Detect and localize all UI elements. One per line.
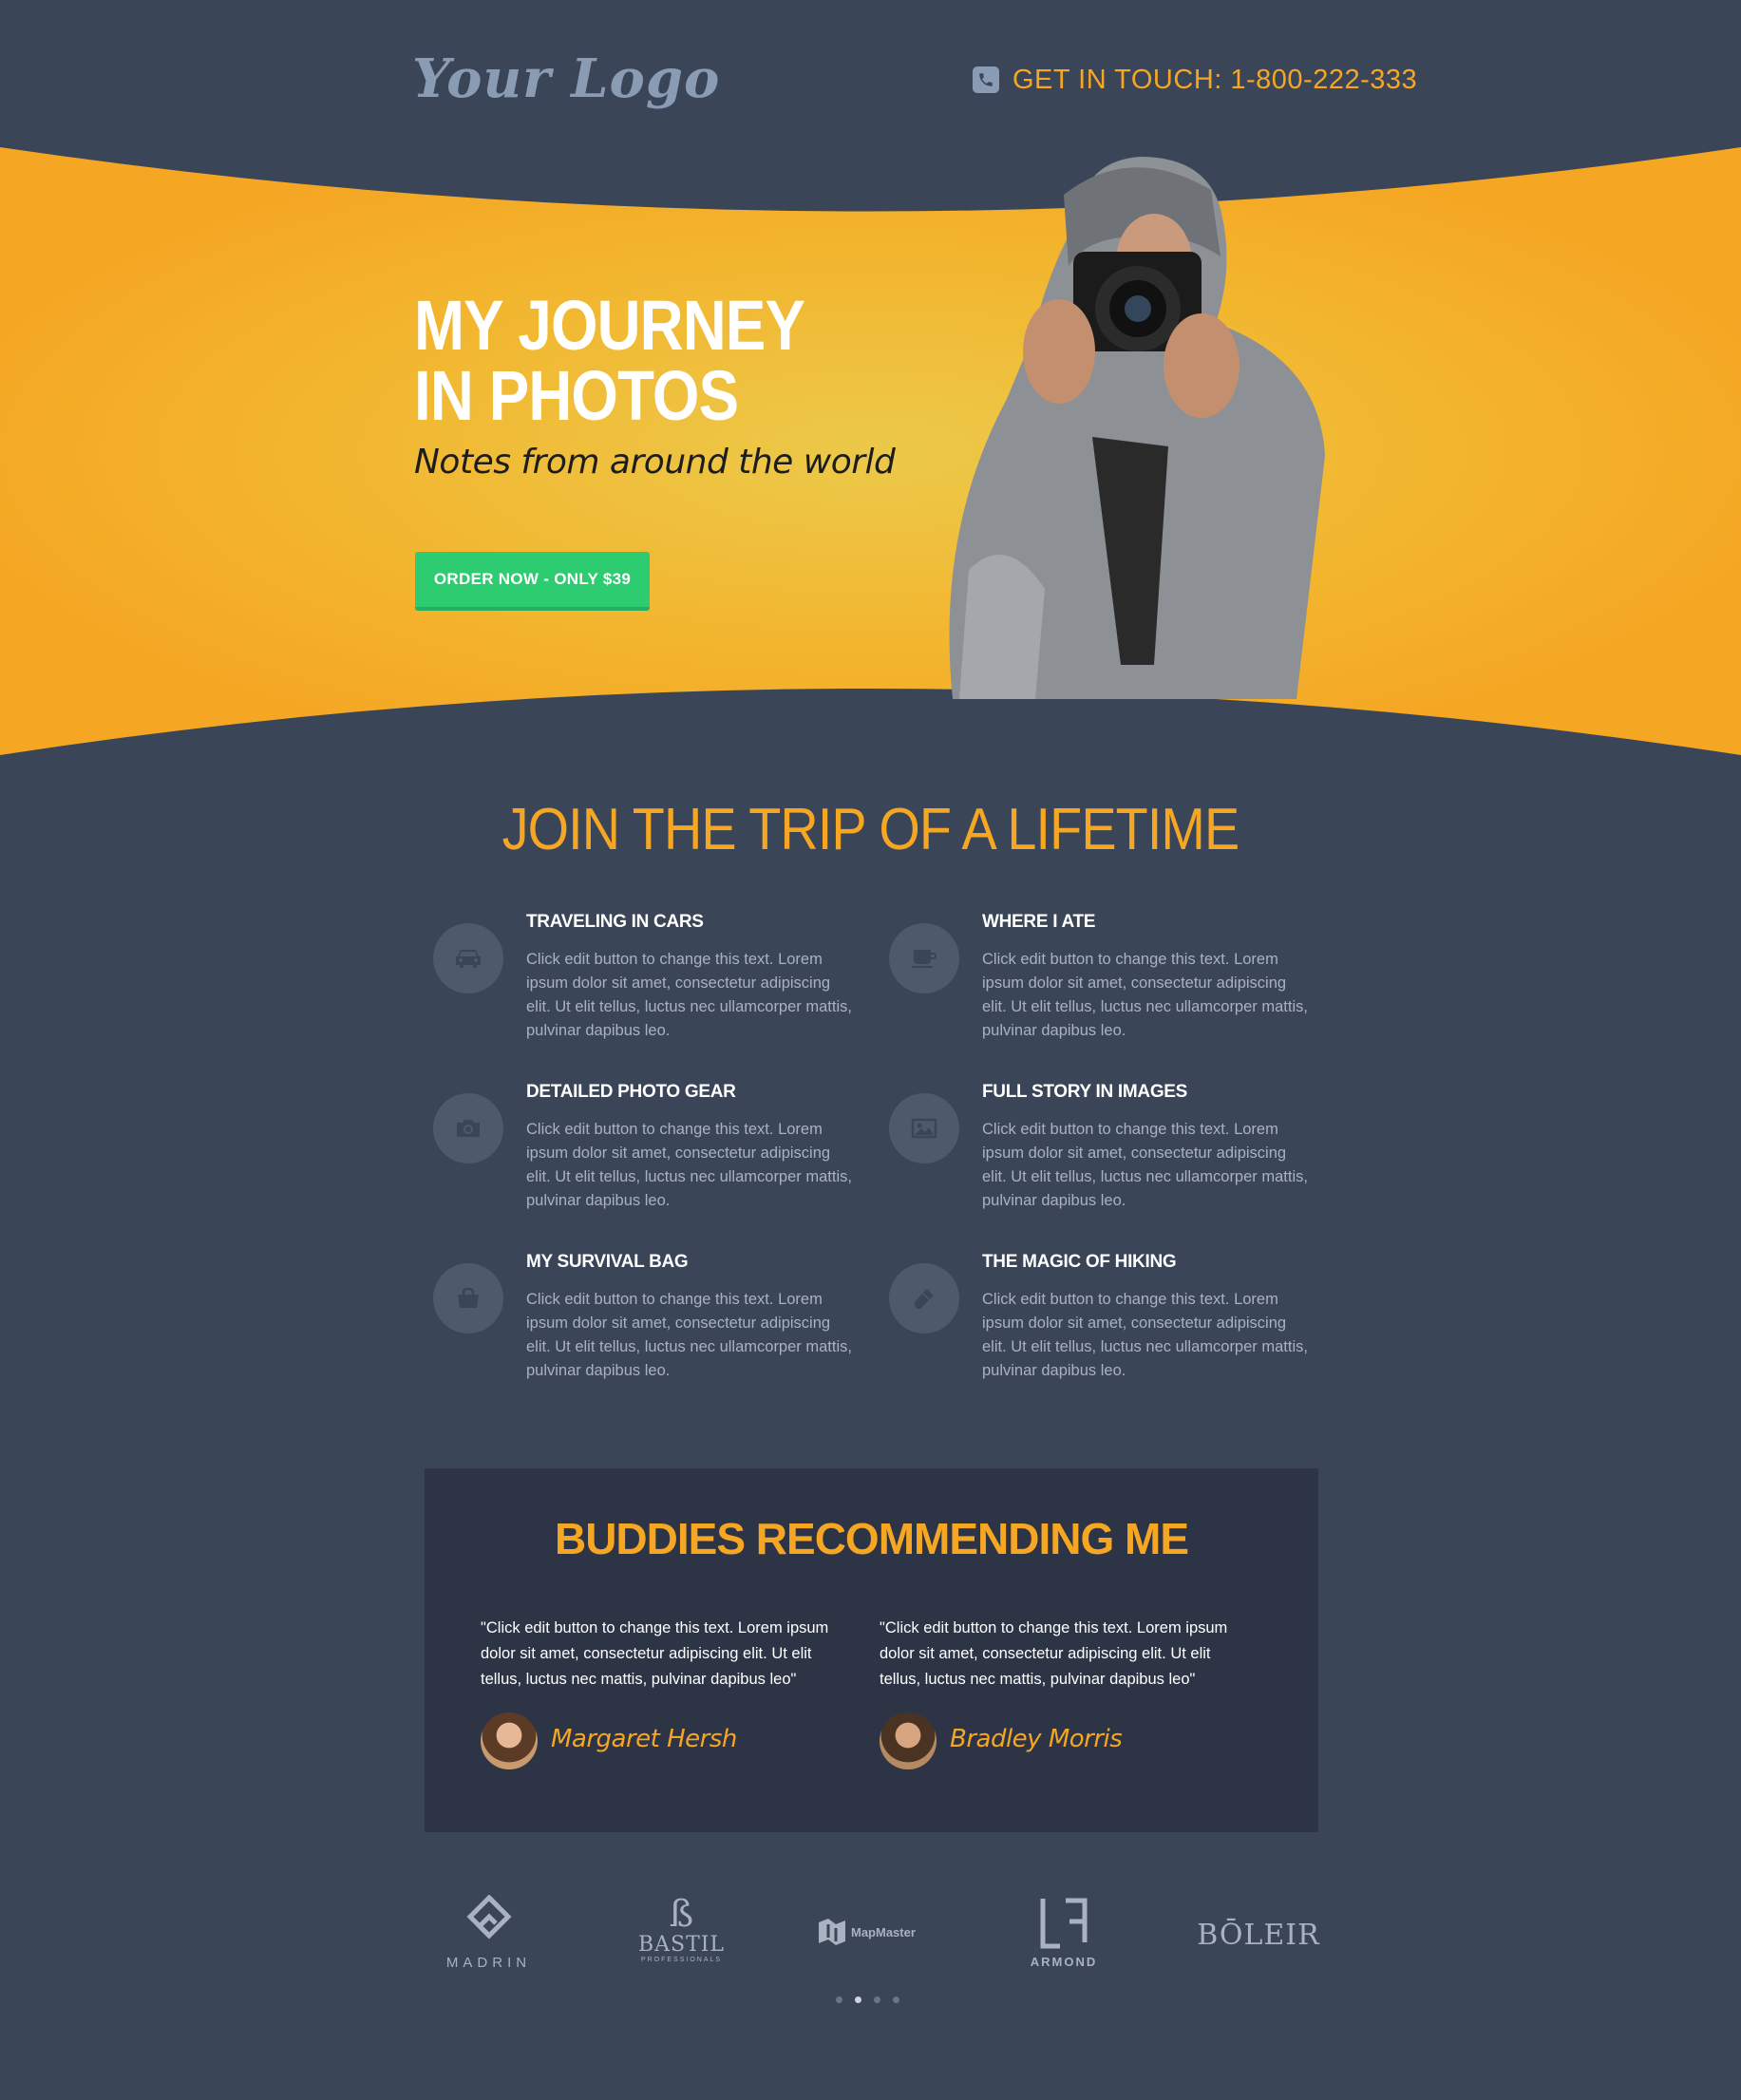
feature-my-survival-bag: MY SURVIVAL BAG Click edit button to cha… [433, 1252, 852, 1394]
feature-title: WHERE I ATE [982, 912, 1096, 932]
features-title: JOIN THE TRIP OF A LIFETIME [501, 797, 1240, 862]
shopping-bag-icon [433, 1263, 503, 1334]
feature-detailed-photo-gear: DETAILED PHOTO GEAR Click edit button to… [433, 1082, 852, 1224]
carousel-dot[interactable] [836, 1996, 842, 2003]
feature-description: Click edit button to change this text. L… [982, 951, 1308, 1039]
feature-title: TRAVELING IN CARS [526, 912, 704, 932]
carousel-dot[interactable] [874, 1996, 880, 2003]
feature-traveling-in-cars: TRAVELING IN CARS Click edit button to c… [433, 912, 852, 1054]
brand-tagline: PROFESSIONALS [640, 1957, 723, 1963]
mapmaster-mark [819, 1919, 845, 1945]
brand-name: BASTIL [637, 1933, 726, 1957]
hero-banner [0, 147, 1741, 755]
hero-title: MY JOURNEY IN PHOTOS [414, 286, 804, 435]
brand-logo-madrin: MADRIN [429, 1894, 548, 1971]
feature-description: Click edit button to change this text. L… [982, 1291, 1308, 1379]
hero-subtitle: Notes from around the world [414, 443, 896, 482]
feature-full-story-in-images: FULL STORY IN IMAGES Click edit button t… [889, 1082, 1308, 1224]
carousel-dot[interactable] [893, 1996, 899, 2003]
testimonials-title: BUDDIES RECOMMENDING ME [554, 1514, 1189, 1563]
feature-description: Click edit button to change this text. L… [982, 1121, 1308, 1209]
carousel-dot-active[interactable] [855, 1996, 861, 2003]
coffee-cup-icon [889, 923, 959, 993]
brand-name: ARMOND [1030, 1955, 1098, 1969]
feature-description: Click edit button to change this text. L… [526, 1121, 852, 1209]
image-icon [889, 1093, 959, 1164]
madrin-mark [465, 1894, 512, 1939]
camera-icon [433, 1093, 503, 1164]
feature-title: THE MAGIC OF HIKING [982, 1252, 1177, 1272]
bastil-mark: ß [669, 1893, 694, 1935]
avatar [481, 1712, 538, 1769]
feature-title: FULL STORY IN IMAGES [982, 1082, 1188, 1102]
brand-name: BŌLEIR [1197, 1919, 1320, 1952]
brand-name: MapMaster [851, 1924, 916, 1939]
carousel-pagination [836, 1996, 899, 2003]
flashlight-icon [889, 1263, 959, 1334]
feature-title: MY SURVIVAL BAG [526, 1252, 689, 1272]
feature-description: Click edit button to change this text. L… [526, 1291, 852, 1379]
car-icon [433, 923, 503, 993]
brand-logo-armond: ARMOND [1021, 1895, 1107, 1969]
brand-logo-mapmaster: MapMaster [817, 1917, 931, 1947]
order-now-button[interactable]: ORDER NOW - ONLY $39 [415, 552, 650, 611]
feature-the-magic-of-hiking: THE MAGIC OF HIKING Click edit button to… [889, 1252, 1308, 1394]
testimonial-author: Margaret Hersh [551, 1725, 737, 1753]
brand-logo-bastil: ß BASTIL PROFESSIONALS [627, 1895, 736, 1963]
feature-description: Click edit button to change this text. L… [526, 951, 852, 1039]
feature-title: DETAILED PHOTO GEAR [526, 1082, 736, 1102]
testimonial-quote: "Click edit button to change this text. … [880, 1619, 1228, 1688]
avatar [880, 1712, 937, 1769]
brand-logo-boleir: BŌLEIR [1192, 1919, 1325, 1952]
testimonial-author: Bradley Morris [950, 1725, 1123, 1753]
feature-where-i-ate: WHERE I ATE Click edit button to change … [889, 912, 1308, 1054]
brand-name: MADRIN [445, 1955, 532, 1971]
testimonial-quote: "Click edit button to change this text. … [481, 1619, 829, 1688]
armond-mark [1040, 1898, 1088, 1949]
